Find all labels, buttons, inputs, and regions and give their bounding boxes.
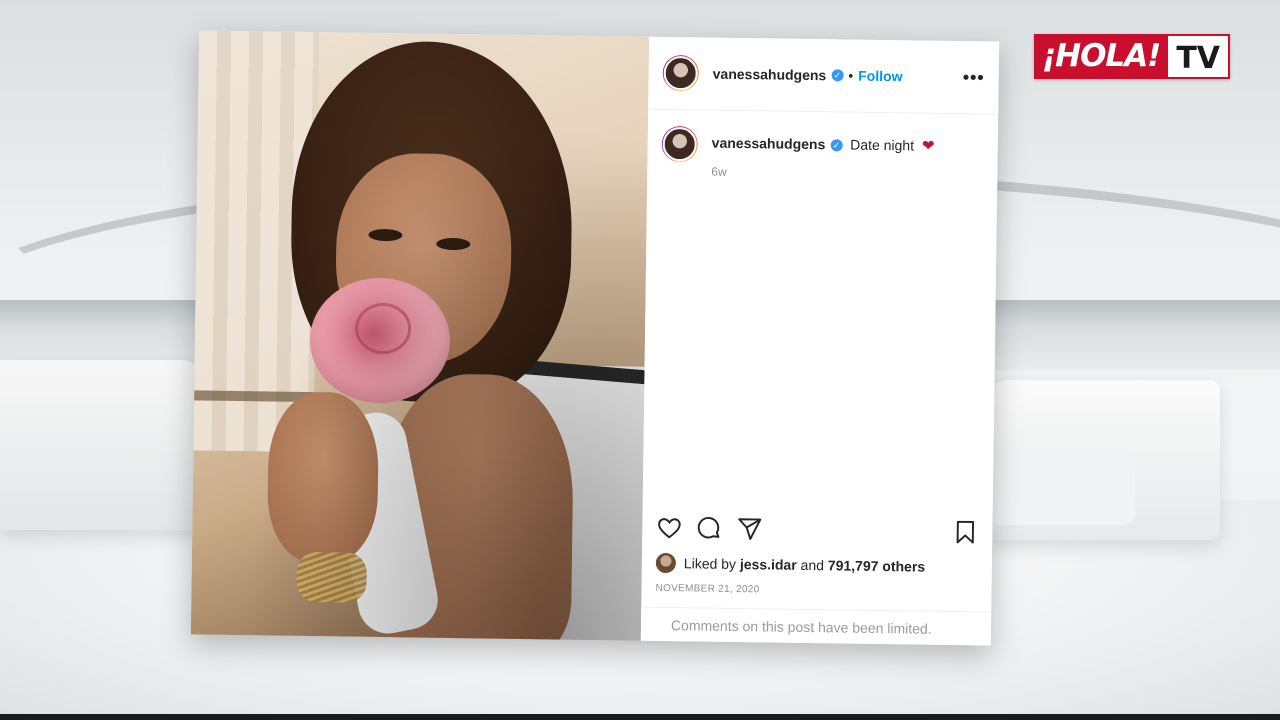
more-icon[interactable]: ••• <box>963 67 985 88</box>
caption-text: Date night <box>850 136 915 154</box>
post-date[interactable]: NOVEMBER 21, 2020 <box>655 583 759 595</box>
post-header: vanessahudgens ✓ • Follow ••• <box>648 36 1000 115</box>
caption-body: vanessahudgens ✓ Date night ❤ 6w <box>711 127 935 185</box>
studio-sofa-left <box>0 360 210 530</box>
comments-limited-notice: Comments on this post have been limited. <box>640 606 992 647</box>
liker-avatar[interactable] <box>655 552 677 574</box>
caption-verified-badge-icon: ✓ <box>830 139 843 152</box>
liked-by-and: and <box>800 556 825 574</box>
follow-button[interactable]: Follow <box>858 68 903 85</box>
photo-shadow <box>190 30 650 641</box>
caption-time-ago[interactable]: 6w <box>711 162 934 185</box>
caption-username[interactable]: vanessahudgens <box>712 135 826 153</box>
hola-tv-logo: ¡HOLA! TV <box>1034 34 1231 79</box>
instagram-post-card: vanessahudgens ✓ • Follow ••• vanessahud… <box>190 30 1000 647</box>
caption-avatar[interactable] <box>661 125 698 163</box>
logo-hola-text: ¡HOLA! <box>1034 34 1169 79</box>
avatar-image <box>663 55 698 91</box>
post-username[interactable]: vanessahudgens <box>713 66 827 84</box>
bookmark-icon[interactable] <box>952 519 978 545</box>
likes-row: Liked by jess.idar and 791,797 others <box>655 552 926 577</box>
post-photo[interactable] <box>190 30 650 641</box>
liked-by-prefix: Liked by <box>683 555 737 572</box>
comment-icon[interactable] <box>696 515 722 541</box>
caption-avatar-image <box>662 126 697 162</box>
share-icon[interactable] <box>736 516 762 542</box>
post-side-panel: vanessahudgens ✓ • Follow ••• vanessahud… <box>640 36 1000 647</box>
liked-by-user[interactable]: jess.idar <box>740 556 797 573</box>
verified-badge-icon: ✓ <box>831 69 844 82</box>
heart-icon[interactable] <box>656 515 682 541</box>
studio-sofa-right-seat <box>985 455 1135 525</box>
caption-row: vanessahudgens ✓ Date night ❤ 6w <box>647 110 998 186</box>
liked-by-count[interactable]: 791,797 others <box>828 557 926 574</box>
header-separator: • <box>848 67 854 84</box>
broken-heart-emoji-icon: ❤ <box>921 137 935 155</box>
profile-avatar[interactable] <box>662 54 699 92</box>
post-actions <box>656 515 978 545</box>
letterbox-bar <box>0 714 1280 720</box>
logo-tv-text: TV <box>1168 34 1231 79</box>
